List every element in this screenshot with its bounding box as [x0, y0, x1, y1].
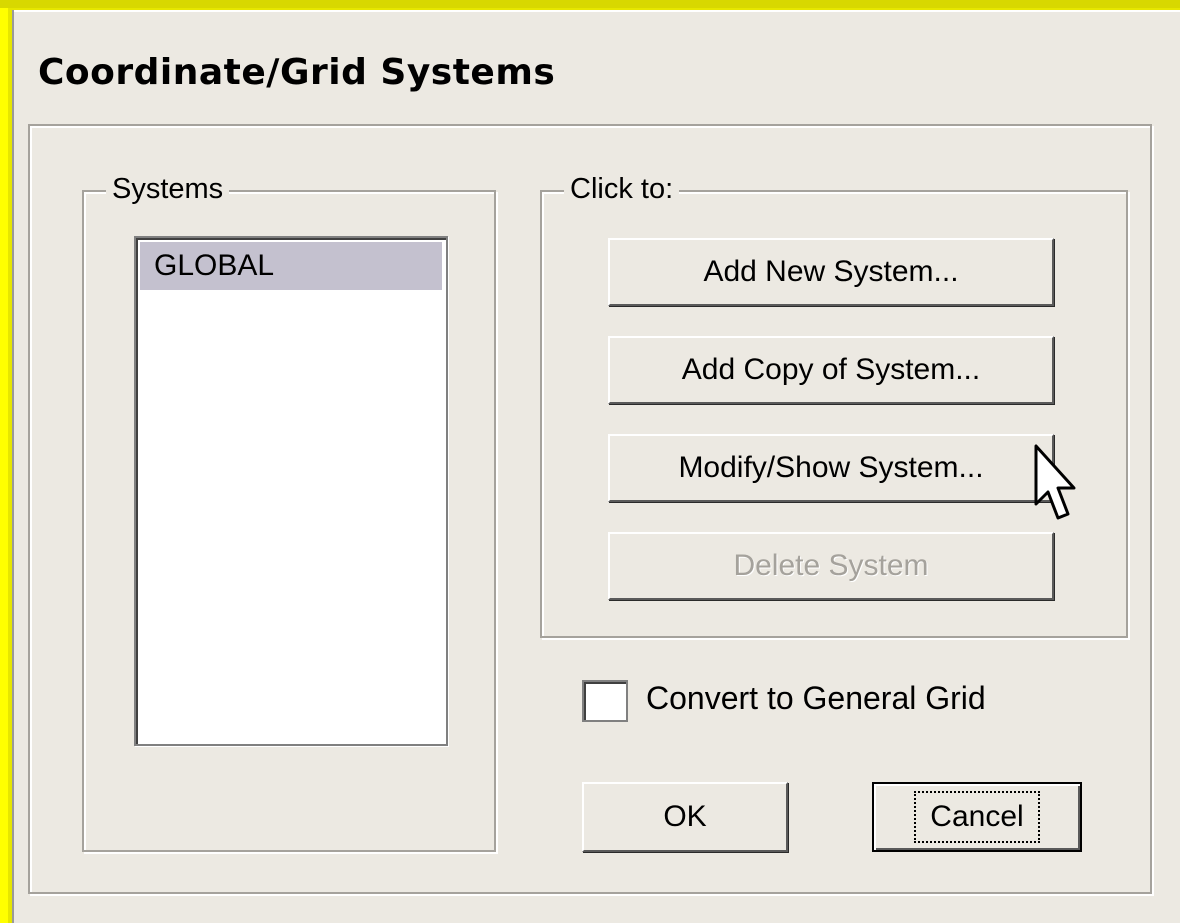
dialog-title: Coordinate/Grid Systems — [38, 52, 556, 93]
convert-to-general-grid-checkbox[interactable] — [582, 680, 628, 722]
mouse-pointer-icon — [1034, 444, 1076, 520]
ok-label: OK — [663, 800, 707, 833]
add-copy-of-system-button[interactable]: Add Copy of System... — [608, 336, 1054, 404]
systems-listbox[interactable]: GLOBAL — [134, 236, 448, 746]
add-copy-of-system-label: Add Copy of System... — [681, 353, 981, 386]
cancel-label: Cancel — [914, 791, 1040, 843]
dialog-titlebar[interactable]: Coordinate/Grid Systems — [14, 12, 1180, 122]
convert-to-general-grid-label[interactable]: Convert to General Grid — [646, 676, 986, 720]
modify-show-system-button[interactable]: Modify/Show System... — [608, 434, 1054, 502]
systems-legend: Systems — [106, 172, 230, 206]
ok-button[interactable]: OK — [582, 782, 788, 852]
add-new-system-button[interactable]: Add New System... — [608, 238, 1054, 306]
add-new-system-label: Add New System... — [703, 255, 959, 288]
modify-show-system-label: Modify/Show System... — [678, 451, 984, 484]
click-to-legend: Click to: — [564, 172, 680, 206]
screen: Coordinate/Grid Systems Systems GLOBAL C… — [0, 0, 1180, 923]
window-frame-edge — [0, 0, 8, 923]
delete-system-label: Delete System — [733, 549, 929, 582]
list-item[interactable]: GLOBAL — [140, 242, 442, 290]
cancel-button[interactable]: Cancel — [872, 782, 1082, 852]
delete-system-button[interactable]: Delete System — [608, 532, 1054, 600]
window-frame-top — [0, 0, 1180, 8]
